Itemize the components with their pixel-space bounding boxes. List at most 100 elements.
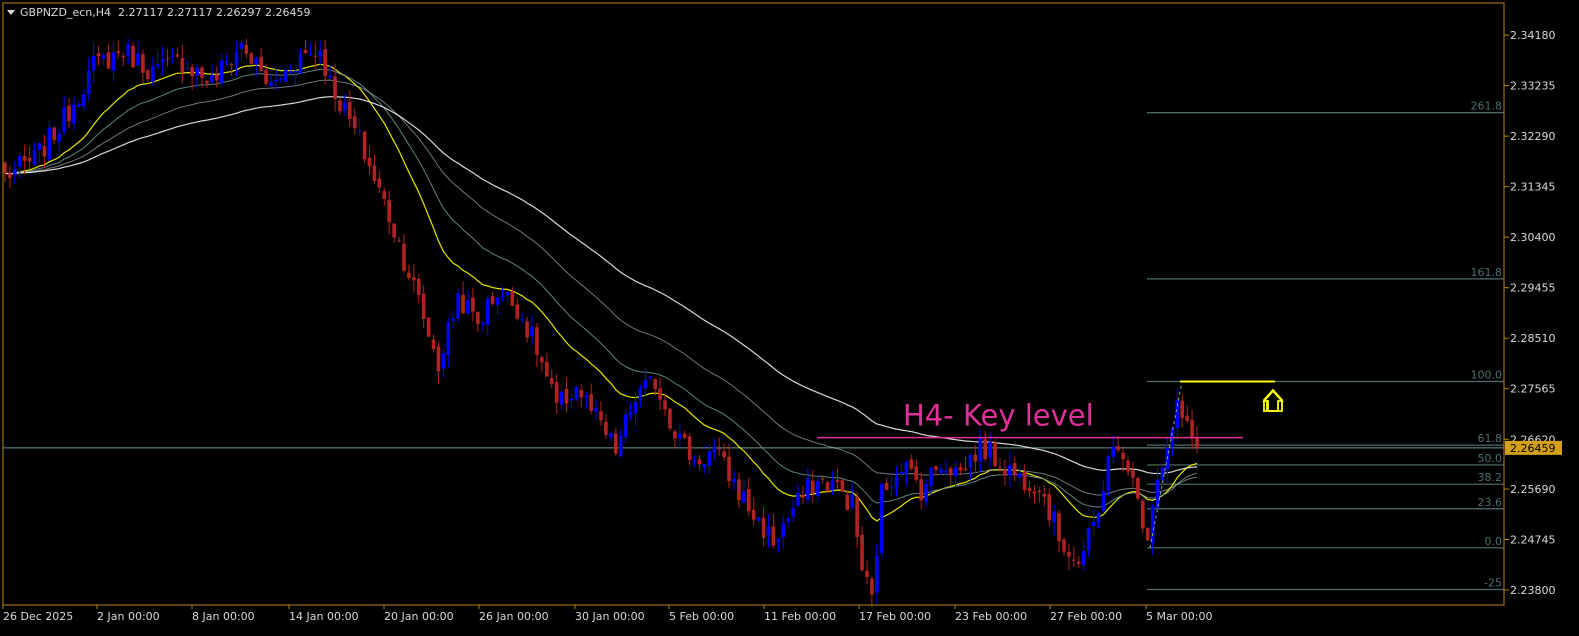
price-tick-label: 2.33235 xyxy=(1510,80,1556,93)
candle-body xyxy=(879,484,884,553)
price-tick-label: 2.31345 xyxy=(1510,181,1556,194)
candle-body xyxy=(904,462,909,475)
time-tick-label: 5 Feb 00:00 xyxy=(669,610,734,623)
candle-body xyxy=(382,190,387,199)
candle-body xyxy=(170,56,175,58)
candle-body xyxy=(244,44,249,54)
candle-body xyxy=(1141,500,1145,529)
candle-body xyxy=(77,104,81,108)
candle-body xyxy=(1072,559,1076,561)
candle-body xyxy=(471,297,475,312)
candle-body xyxy=(234,51,239,65)
candle-body xyxy=(968,455,973,468)
candle-body xyxy=(1037,490,1042,493)
price-chart[interactable]: 261.8 161.8 100.0 61.8 50.0 38.2 23.6 0.0 -25 H4… xyxy=(0,0,1579,632)
candle-body xyxy=(1032,491,1037,494)
candle-body xyxy=(86,70,91,95)
candle-body xyxy=(648,376,653,379)
candle-body xyxy=(175,54,180,57)
chart-area[interactable]: 261.8 161.8 100.0 61.8 50.0 38.2 23.6 0.0 -25 H4… xyxy=(0,0,1579,632)
candle-body xyxy=(357,130,362,132)
candle-body xyxy=(781,523,786,538)
time-tick-label: 30 Jan 00:00 xyxy=(575,610,645,623)
candle-body xyxy=(939,469,943,473)
candle-body xyxy=(1047,494,1052,521)
candle-body xyxy=(692,460,697,462)
candle-body xyxy=(160,59,165,63)
candle-body xyxy=(697,459,702,465)
candle-body xyxy=(165,58,170,60)
candle-body xyxy=(150,66,155,82)
candle-body xyxy=(367,157,372,167)
candle-body xyxy=(943,471,948,473)
candle-body xyxy=(860,534,864,571)
candle-body xyxy=(870,578,874,595)
candle-body xyxy=(392,223,396,238)
candle-body xyxy=(638,387,643,400)
candle-body xyxy=(190,67,194,77)
candle-body xyxy=(855,496,859,538)
candle-body xyxy=(682,433,687,439)
candle-body xyxy=(446,322,451,356)
candle-body xyxy=(530,326,534,336)
candle-body xyxy=(628,411,633,416)
candle-body xyxy=(96,53,101,56)
candle-body xyxy=(3,162,7,174)
candle-body xyxy=(668,408,672,429)
candle-body xyxy=(32,150,37,165)
candle-body xyxy=(776,539,781,543)
candle-body xyxy=(1017,473,1022,478)
candle-body xyxy=(426,317,431,337)
candle-body xyxy=(653,379,657,390)
candle-body xyxy=(1081,550,1086,566)
candle-body xyxy=(958,466,963,471)
candle-body xyxy=(323,49,327,77)
candle-body xyxy=(343,103,347,111)
candle-body xyxy=(673,431,677,439)
candle-body xyxy=(811,480,815,494)
candle-body xyxy=(515,304,520,319)
candle-body xyxy=(687,436,692,461)
candle-body xyxy=(1180,400,1185,418)
candle-body xyxy=(1052,511,1056,523)
candle-body xyxy=(328,75,332,78)
candle-body xyxy=(820,478,825,480)
candle-body xyxy=(569,398,574,401)
candle-body xyxy=(525,321,529,338)
candle-body xyxy=(934,466,938,470)
candle-body xyxy=(352,116,357,129)
candle-body xyxy=(825,482,830,492)
candle-body xyxy=(771,526,776,546)
candle-body xyxy=(737,479,741,501)
candle-body xyxy=(91,55,96,71)
candle-body xyxy=(1136,478,1140,499)
candle-body xyxy=(1106,456,1111,491)
candle-body xyxy=(67,105,71,122)
candle-body xyxy=(1116,446,1120,451)
candle-body xyxy=(643,379,648,389)
candle-body xyxy=(1121,452,1125,460)
candle-body xyxy=(604,421,608,435)
candle-body xyxy=(796,492,800,506)
candle-body xyxy=(845,494,850,510)
candle-body xyxy=(894,476,899,488)
candle-body xyxy=(623,414,628,437)
candle-body xyxy=(574,386,579,400)
symbol-label: GBPNZD_ecn,H4 xyxy=(20,6,111,19)
candle-body xyxy=(579,389,584,398)
candle-body xyxy=(909,459,914,469)
candle-body xyxy=(141,54,145,73)
candle-body xyxy=(727,456,731,482)
fib-label: 38.2 xyxy=(1478,471,1503,484)
ohlc-values: 2.27117 2.27117 2.26297 2.26459 xyxy=(118,6,310,19)
candle-body xyxy=(57,133,61,142)
candle-body xyxy=(889,487,894,489)
candle-body xyxy=(308,53,313,55)
candle-body xyxy=(1067,551,1071,557)
candle-body xyxy=(594,408,598,412)
candle-body xyxy=(239,42,244,50)
candle-body xyxy=(431,339,436,350)
candle-body xyxy=(875,555,879,593)
candle-body xyxy=(983,439,987,460)
candle-body xyxy=(27,158,32,162)
